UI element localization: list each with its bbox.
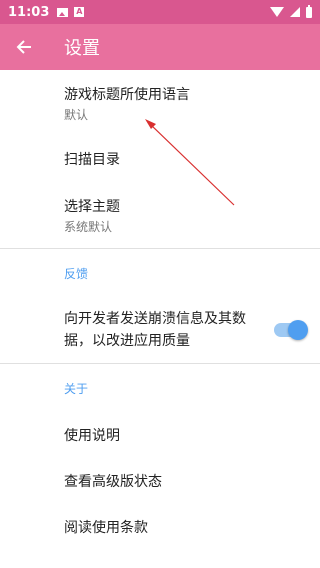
a-notification-icon: A: [74, 7, 85, 17]
setting-title: 查看高级版状态: [64, 474, 162, 490]
setting-choose-theme[interactable]: 选择主题 系统默认: [0, 182, 320, 248]
setting-scan-directory[interactable]: 扫描目录: [0, 136, 320, 182]
setting-premium-status[interactable]: 查看高级版状态: [0, 458, 320, 504]
setting-terms-of-use[interactable]: 阅读使用条款: [0, 504, 320, 550]
image-notification-icon: [57, 7, 69, 17]
section-header-feedback: 反馈: [64, 266, 89, 281]
battery-icon: [306, 4, 312, 18]
setting-title: 向开发者发送崩溃信息及其数据，以改进应用质量: [64, 311, 246, 349]
cell-signal-icon: [290, 7, 300, 17]
status-bar: 11:03 A: [0, 0, 320, 24]
setting-value: 默认: [64, 107, 89, 122]
settings-list: 游戏标题所使用语言 默认 扫描目录 选择主题 系统默认 反馈 向开发者发送崩溃信…: [0, 70, 320, 550]
section-header-about: 关于: [64, 381, 89, 396]
setting-game-title-language[interactable]: 游戏标题所使用语言 默认: [0, 70, 320, 136]
setting-crash-report[interactable]: 向开发者发送崩溃信息及其数据，以改进应用质量: [0, 297, 320, 363]
switch-knob: [288, 320, 308, 340]
setting-title: 游戏标题所使用语言: [64, 86, 190, 103]
setting-title: 阅读使用条款: [64, 520, 148, 536]
wifi-icon: [270, 7, 284, 17]
status-time: 11:03: [8, 4, 50, 20]
setting-title: 选择主题: [64, 198, 120, 215]
page-title: 设置: [64, 38, 100, 59]
setting-title: 使用说明: [64, 428, 120, 444]
setting-usage-guide[interactable]: 使用说明: [0, 412, 320, 458]
crash-report-switch[interactable]: [274, 320, 308, 340]
back-arrow-icon: [16, 40, 31, 54]
back-button[interactable]: [0, 24, 48, 70]
setting-value: 系统默认: [64, 219, 113, 234]
app-bar: 设置: [0, 24, 320, 70]
setting-title: 扫描目录: [64, 152, 120, 168]
status-icons: [270, 4, 312, 18]
